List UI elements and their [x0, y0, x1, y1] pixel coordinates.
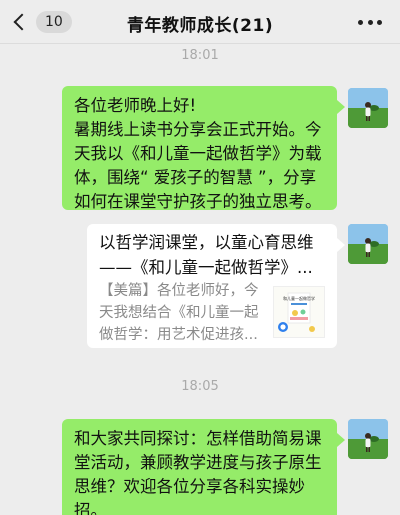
chat-message-bubble[interactable]: 和大家共同探讨：怎样借助简易课 堂活动，兼顾教学进度与孩子原生 思维？欢迎各位分…: [62, 419, 345, 515]
chat-message-bubble[interactable]: 各位老师晚上好! 暑期线上读书分享会正式开始。今 天我以《和儿童一起做哲学》为载…: [62, 86, 345, 211]
header-divider: [0, 43, 400, 44]
timestamp: 18:01: [181, 48, 219, 63]
more-dots-icon: [358, 20, 363, 25]
user-avatar[interactable]: [348, 419, 388, 459]
link-card-title: 以哲学润课堂，以童心育思维: [99, 233, 314, 252]
link-card-thumbnail: 和儿童一起做哲学: [273, 286, 325, 338]
message-line: 招。: [74, 501, 107, 515]
message-line: 如何在课堂守护孩子的独立思考。: [74, 192, 322, 211]
message-line: 天我以《和儿童一起做哲学》为载: [74, 144, 322, 163]
message-line: 各位老师晚上好!: [74, 96, 197, 115]
timestamp: 18:05: [181, 379, 219, 394]
chat-title: 青年教师成长(21): [126, 16, 274, 36]
message-line: 和大家共同探讨：怎样借助简易课: [74, 429, 322, 448]
link-card[interactable]: 以哲学润课堂，以童心育思维 ——《和儿童一起做哲学》... 【美篇】各位老师好，…: [87, 224, 345, 348]
link-card-description: 【美篇】各位老师好，今 天我想结合《和儿童一起 做哲学：用艺术促进孩...: [99, 283, 259, 343]
user-avatar[interactable]: [348, 88, 388, 128]
thumbnail-book-title: 和儿童一起做哲学: [283, 295, 315, 301]
message-line: 暑期线上读书分享会正式开始。今: [74, 120, 322, 139]
chat-header: 10 青年教师成长(21): [0, 0, 400, 44]
more-options-button[interactable]: [358, 20, 382, 26]
message-line: 体，围绕“ 爱孩子的智慧 ”，分享: [74, 168, 317, 187]
message-line: 思维？欢迎各位分享各科实操妙: [74, 477, 305, 496]
user-avatar[interactable]: [348, 224, 388, 264]
message-line: 堂活动，兼顾教学进度与孩子原生: [74, 453, 322, 472]
link-card-title: ——《和儿童一起做哲学》...: [99, 258, 313, 277]
